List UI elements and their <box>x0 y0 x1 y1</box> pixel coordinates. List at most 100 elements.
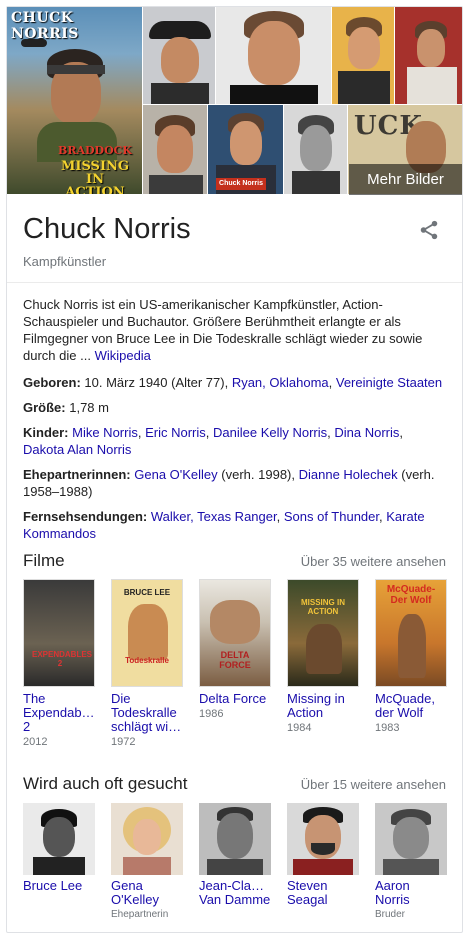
poster-text: MISSING IN ACTION <box>300 598 345 616</box>
child-link[interactable]: Eric Norris <box>145 425 206 440</box>
fact-tv-label: Fernsehsendungen: <box>23 509 148 524</box>
person-photo[interactable] <box>111 803 183 875</box>
film-year: 1984 <box>287 722 312 734</box>
mosaic-image-portrait-black[interactable] <box>216 7 332 105</box>
mosaic-image-braddock-poster[interactable]: CHUCK NORRIS BRADDOCK MISSING IN ACTION … <box>7 7 143 195</box>
person-relation: Bruder <box>375 909 406 920</box>
person-relation: Ehepartnerin <box>111 909 169 920</box>
description-text: Chuck Norris ist ein US-amerikanischer K… <box>23 297 423 363</box>
mosaic-image-cowboy-hat[interactable] <box>143 7 216 105</box>
person-card[interactable]: Aaron Norris Bruder <box>375 803 447 920</box>
film-card[interactable]: BRUCE LEE Todeskralle Die Todeskralle sc… <box>111 579 183 748</box>
more-images-button[interactable]: Mehr Bilder <box>349 164 462 195</box>
film-poster[interactable]: BRUCE LEE Todeskralle <box>111 579 183 687</box>
films-more-link[interactable]: Über 35 weitere ansehen <box>301 554 446 569</box>
fact-spouses-label: Ehepartnerinnen: <box>23 467 131 482</box>
share-icon[interactable] <box>418 219 440 241</box>
person-photo[interactable] <box>199 803 271 875</box>
film-year: 1986 <box>199 708 224 720</box>
child-link[interactable]: Dina Norris <box>334 425 399 440</box>
film-card[interactable]: DELTA FORCE Delta Force 1986 <box>199 579 271 748</box>
film-year: 1972 <box>111 736 136 748</box>
film-poster[interactable]: EXPENDABLES 2 <box>23 579 95 687</box>
spouse-dates: (verh. 1998), <box>217 467 299 482</box>
fact-born-label: Geboren: <box>23 375 81 390</box>
fact-height-value: 1,78 m <box>65 400 109 415</box>
related-title: Wird auch oft gesucht <box>23 774 188 793</box>
wikipedia-link[interactable]: Wikipedia <box>95 348 151 363</box>
birthplace-link[interactable]: Ryan, Oklahoma <box>232 375 329 390</box>
fact-spouses: Ehepartnerinnen: Gena O'Kelley (verh. 19… <box>23 466 446 500</box>
film-title[interactable]: Die Todeskralle schlägt wi… <box>111 692 183 734</box>
person-card[interactable]: Steven Seagal <box>287 803 359 920</box>
person-card[interactable]: Bruce Lee <box>23 803 95 920</box>
films-header: Filme Über 35 weitere ansehen <box>7 551 462 571</box>
film-card[interactable]: EXPENDABLES 2 The Expendab… 2 2012 <box>23 579 95 748</box>
person-name[interactable]: Bruce Lee <box>23 879 95 893</box>
film-card[interactable]: MISSING IN ACTION Missing in Action 1984 <box>287 579 359 748</box>
person-photo[interactable] <box>23 803 95 875</box>
poster-text: DELTA FORCE <box>219 650 251 670</box>
entity-subtitle: Kampfkünstler <box>23 254 107 269</box>
description: Chuck Norris ist ein US-amerikanischer K… <box>7 283 462 364</box>
person-photo[interactable] <box>287 803 359 875</box>
poster-subtitle: BRADDOCK MISSING IN ACTION III <box>55 144 135 195</box>
film-title[interactable]: Missing in Action <box>287 692 359 720</box>
fact-children-label: Kinder: <box>23 425 69 440</box>
film-poster[interactable]: DELTA FORCE <box>199 579 271 687</box>
child-link[interactable]: Dakota Alan Norris <box>23 442 131 457</box>
image-mosaic[interactable]: CHUCK NORRIS BRADDOCK MISSING IN ACTION … <box>7 7 462 195</box>
spouse-link[interactable]: Gena O'Kelley <box>134 467 217 482</box>
mosaic-image-bw-portrait[interactable] <box>284 105 348 195</box>
related-header: Wird auch oft gesucht Über 15 weitere an… <box>7 774 462 794</box>
person-name[interactable]: Steven Seagal <box>287 879 359 907</box>
fact-height-label: Größe: <box>23 400 66 415</box>
nameplate-label: Chuck Norris <box>216 178 266 190</box>
film-title[interactable]: McQuade, der Wolf <box>375 692 447 720</box>
spouse-link[interactable]: Dianne Holechek <box>299 467 398 482</box>
entity-title: Chuck Norris <box>23 213 191 245</box>
related-more-link[interactable]: Über 15 weitere ansehen <box>301 777 446 792</box>
film-year: 1983 <box>375 722 400 734</box>
fact-children: Kinder: Mike Norris, Eric Norris, Danile… <box>23 425 404 457</box>
fact-born-value: 10. März 1940 (Alter 77), <box>80 375 232 390</box>
person-name[interactable]: Aaron Norris <box>375 879 447 907</box>
poster-text: Todeskralle <box>125 656 169 665</box>
poster-sub-a: BRADDOCK <box>58 144 132 157</box>
poster-text: EXPENDABLES 2 <box>32 650 93 668</box>
film-title[interactable]: The Expendab… 2 <box>23 692 95 734</box>
country-link[interactable]: Vereinigte Staaten <box>336 375 442 390</box>
poster-sub-c: IN ACTION III <box>65 172 125 195</box>
film-poster[interactable]: McQuade- Der Wolf <box>375 579 447 687</box>
fact-height: Größe: 1,78 m <box>23 399 446 416</box>
tv-show-link[interactable]: Walker, Texas Ranger <box>151 509 277 524</box>
film-poster[interactable]: MISSING IN ACTION <box>287 579 359 687</box>
film-year: 2012 <box>23 736 48 748</box>
films-title: Filme <box>23 551 65 570</box>
facts-list: Geboren: 10. März 1940 (Alter 77), Ryan,… <box>7 364 462 542</box>
mosaic-image-smiling-yellow[interactable] <box>332 7 395 105</box>
film-title[interactable]: Delta Force <box>199 692 271 706</box>
mosaic-image-red-background[interactable] <box>395 7 462 105</box>
mosaic-image-close-up[interactable] <box>143 105 208 195</box>
tv-show-link[interactable]: Sons of Thunder <box>284 509 379 524</box>
person-name[interactable]: Jean-Cla… Van Damme <box>199 879 271 907</box>
poster-text: McQuade- Der Wolf <box>386 584 436 606</box>
child-link[interactable]: Danilee Kelly Norris <box>213 425 327 440</box>
poster-title: CHUCK NORRIS <box>11 10 79 42</box>
child-link[interactable]: Mike Norris <box>72 425 138 440</box>
film-card[interactable]: McQuade- Der Wolf McQuade, der Wolf 1983 <box>375 579 447 748</box>
person-card[interactable]: Gena O'Kelley Ehepartnerin <box>111 803 183 920</box>
films-carousel: EXPENDABLES 2 The Expendab… 2 2012 BRUCE… <box>23 579 447 748</box>
entity-header: Chuck Norris Kampfkünstler <box>7 195 462 283</box>
mosaic-image-nameplate[interactable]: Chuck Norris <box>208 105 284 195</box>
knowledge-panel: CHUCK NORRIS BRADDOCK MISSING IN ACTION … <box>6 6 463 933</box>
poster-text: BRUCE LEE <box>123 588 171 597</box>
person-card[interactable]: Jean-Cla… Van Damme <box>199 803 271 920</box>
related-carousel: Bruce Lee Gena O'Kelley Ehepartnerin Jea… <box>23 803 447 920</box>
person-name[interactable]: Gena O'Kelley <box>111 879 183 907</box>
fact-tv: Fernsehsendungen: Walker, Texas Ranger, … <box>23 509 425 541</box>
fact-born: Geboren: 10. März 1940 (Alter 77), Ryan,… <box>23 374 446 391</box>
person-photo[interactable] <box>375 803 447 875</box>
fact-born-sep: , <box>328 375 336 390</box>
